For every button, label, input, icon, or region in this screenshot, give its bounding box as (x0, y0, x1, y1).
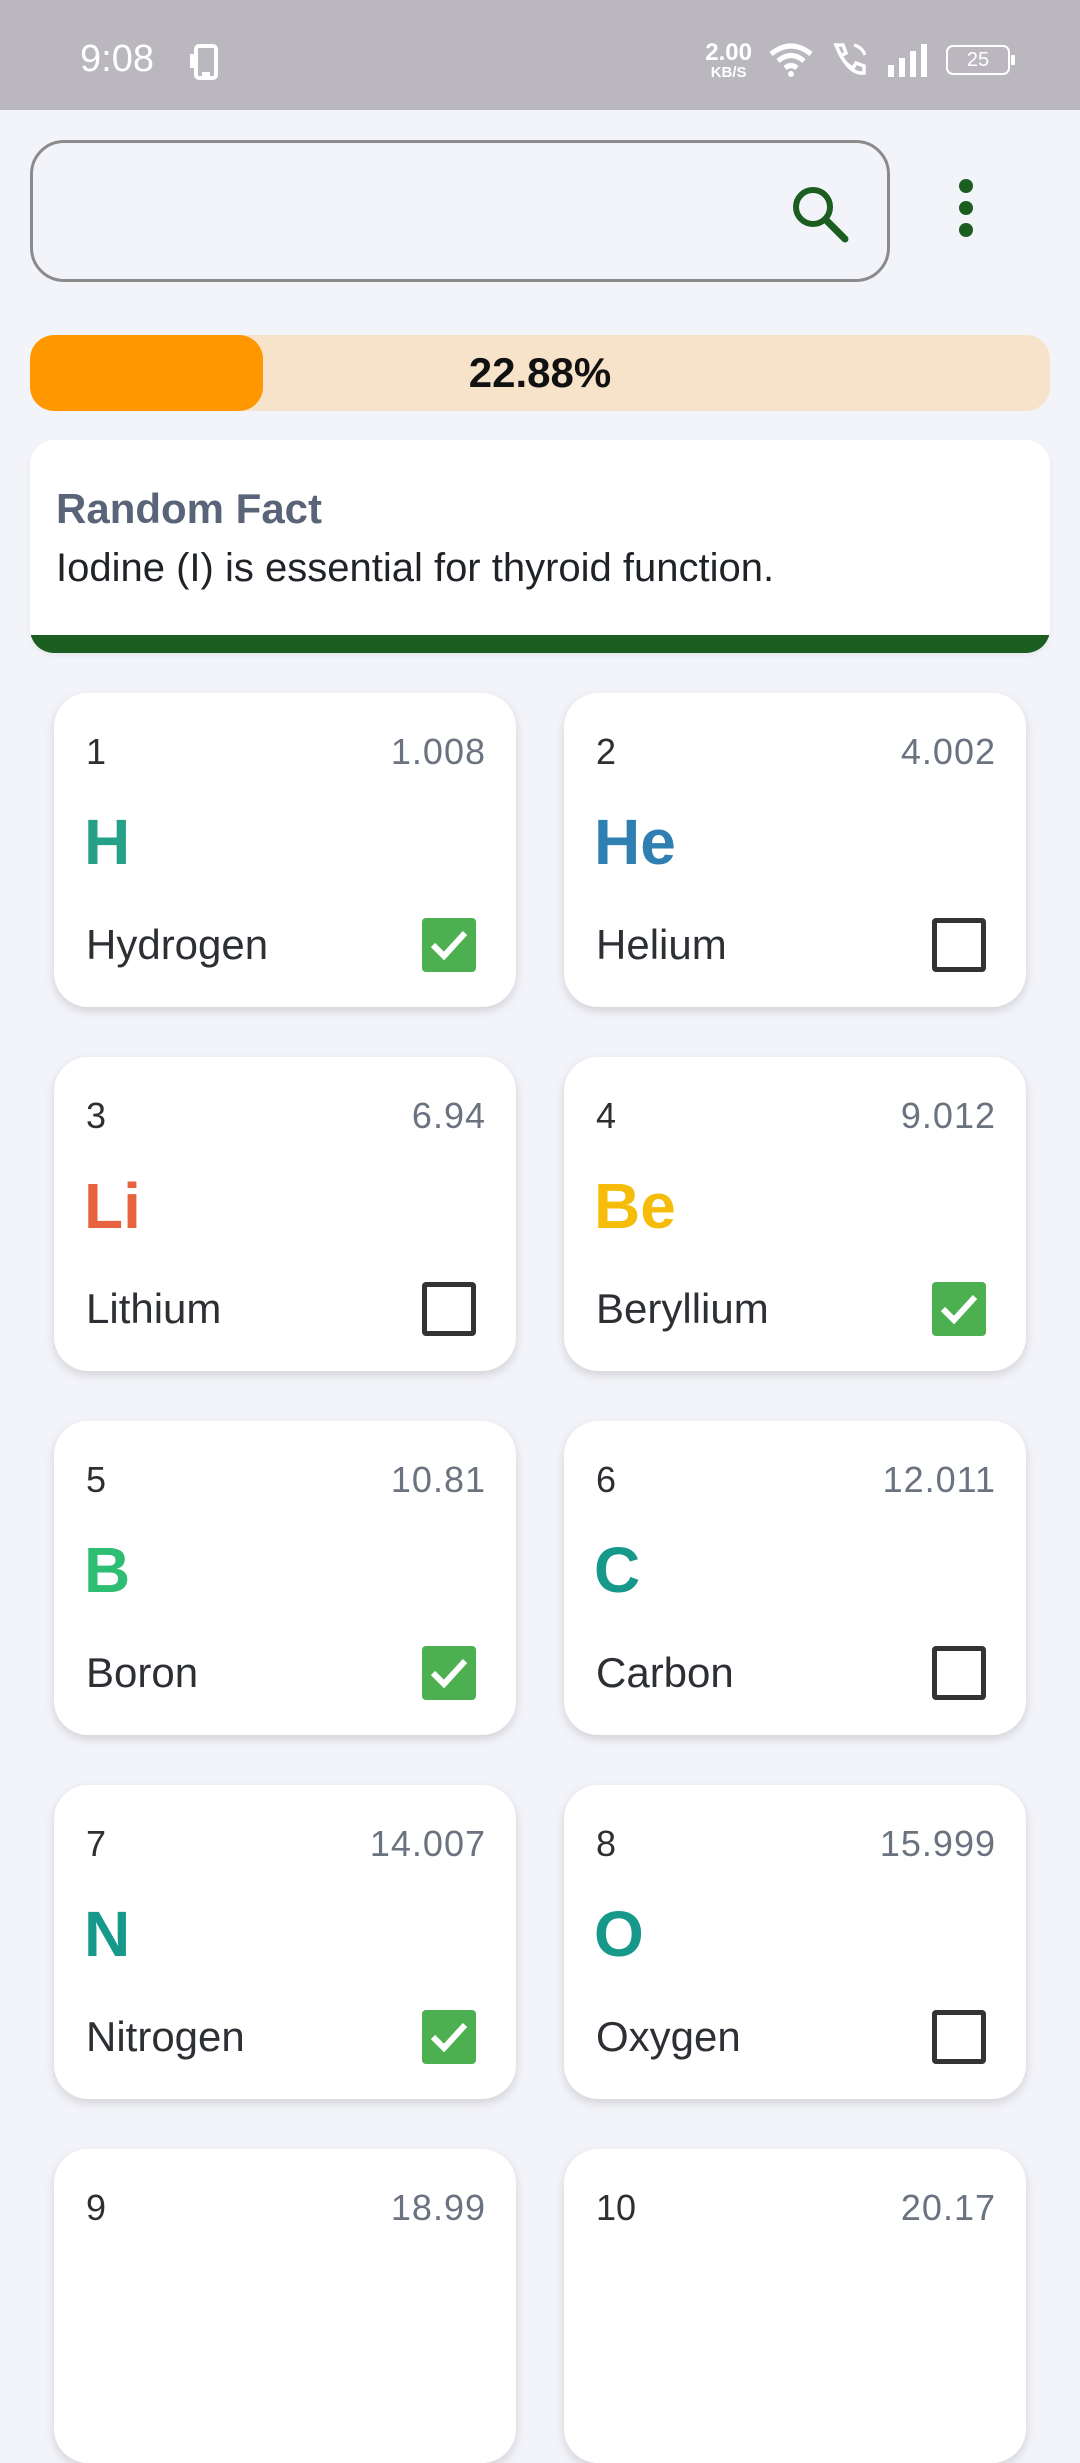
atomic-mass: 20.17 (900, 2187, 996, 2228)
progress-label: 22.88% (468, 349, 612, 396)
element-symbol: N (84, 1898, 131, 1970)
atomic-mass: 15.999 (879, 1823, 996, 1864)
atomic-mass: 6.94 (411, 1095, 486, 1136)
atomic-mass: 18.99 (390, 2187, 486, 2228)
element-card[interactable]: 8 15.999 O Oxygen (564, 1785, 1026, 2099)
fact-title: Random Fact (56, 485, 323, 532)
learned-checkbox[interactable] (932, 918, 986, 972)
element-symbol: H (84, 806, 131, 878)
element-symbol: He (594, 806, 676, 878)
net-speed-value: 2.00 (705, 38, 752, 66)
learned-checkbox[interactable] (422, 1282, 476, 1336)
random-fact-card: Random Fact Iodine (I) is essential for … (30, 440, 1050, 653)
element-grid: 1 1.008 H Hydrogen 2 4.002 He Helium 3 6.94 Li Lith… (54, 693, 1026, 2463)
element-card[interactable]: 6 12.011 C Carbon (564, 1421, 1026, 1735)
element-symbol: C (594, 1534, 641, 1606)
element-name: Hydrogen (86, 921, 269, 968)
progress-bar: 22.88% (30, 335, 1050, 411)
element-name: Boron (86, 1649, 199, 1696)
learned-checkbox[interactable] (932, 1282, 986, 1336)
element-card[interactable]: 4 9.012 Be Beryllium (564, 1057, 1026, 1371)
atomic-mass: 4.002 (900, 731, 996, 772)
element-card[interactable]: 10 20.17 (564, 2149, 1026, 2463)
element-name: Oxygen (596, 2013, 741, 2060)
fact-text: Iodine (I) is essential for thyroid func… (56, 546, 775, 590)
battery-indicator: 25 (946, 45, 1015, 75)
element-symbol: Li (84, 1170, 141, 1242)
learned-checkbox[interactable] (422, 918, 476, 972)
element-card[interactable]: 3 6.94 Li Lithium (54, 1057, 516, 1371)
element-name: Helium (596, 921, 727, 968)
device-notification-icon (190, 44, 218, 80)
atomic-mass: 12.011 (882, 1459, 996, 1500)
learned-checkbox[interactable] (932, 1646, 986, 1700)
element-card[interactable]: 1 1.008 H Hydrogen (54, 693, 516, 1007)
status-time: 9:08 (80, 38, 154, 80)
signal-icon (888, 44, 927, 77)
learned-checkbox[interactable] (932, 2010, 986, 2064)
wifi-icon (769, 43, 813, 77)
atomic-number: 5 (86, 1459, 107, 1500)
element-symbol: O (594, 1898, 644, 1970)
element-card[interactable]: 2 4.002 He Helium (564, 693, 1026, 1007)
atomic-number: 10 (596, 2187, 637, 2228)
status-bar: 9:08 2.00 KB/S 25 (0, 0, 1080, 110)
element-card[interactable]: 7 14.007 N Nitrogen (54, 1785, 516, 2099)
atomic-number: 4 (596, 1095, 617, 1136)
element-name: Carbon (596, 1649, 734, 1696)
checkmark-icon (430, 2022, 468, 2053)
element-card[interactable]: 5 10.81 B Boron (54, 1421, 516, 1735)
more-vert-icon (959, 179, 973, 237)
element-name: Beryllium (596, 1285, 769, 1332)
element-symbol: B (84, 1534, 131, 1606)
checkmark-icon (430, 930, 468, 961)
net-speed: 2.00 KB/S (705, 38, 752, 81)
atomic-number: 6 (596, 1459, 617, 1500)
more-options-button[interactable] (936, 170, 996, 246)
atomic-number: 2 (596, 731, 617, 772)
atomic-mass: 9.012 (900, 1095, 996, 1136)
atomic-number: 8 (596, 1823, 617, 1864)
element-card[interactable]: 9 18.99 (54, 2149, 516, 2463)
atomic-number: 7 (86, 1823, 107, 1864)
atomic-mass: 1.008 (390, 731, 486, 772)
wifi-calling-icon (833, 43, 867, 75)
atomic-number: 3 (86, 1095, 107, 1136)
battery-level: 25 (966, 48, 990, 71)
status-indicators: 2.00 KB/S 25 (705, 38, 1015, 82)
learned-checkbox[interactable] (422, 2010, 476, 2064)
atomic-number: 9 (86, 2187, 107, 2228)
checkmark-icon (430, 1658, 468, 1689)
learned-checkbox[interactable] (422, 1646, 476, 1700)
element-symbol: Be (594, 1170, 676, 1242)
atomic-number: 1 (86, 731, 107, 772)
atomic-mass: 14.007 (369, 1823, 486, 1864)
element-name: Nitrogen (86, 2013, 245, 2060)
search-field[interactable] (30, 140, 890, 282)
element-name: Lithium (86, 1285, 222, 1332)
net-speed-unit: KB/S (710, 63, 747, 81)
search-icon[interactable] (787, 181, 851, 245)
atomic-mass: 10.81 (390, 1459, 486, 1500)
checkmark-icon (940, 1294, 978, 1325)
search-input[interactable] (63, 173, 767, 251)
